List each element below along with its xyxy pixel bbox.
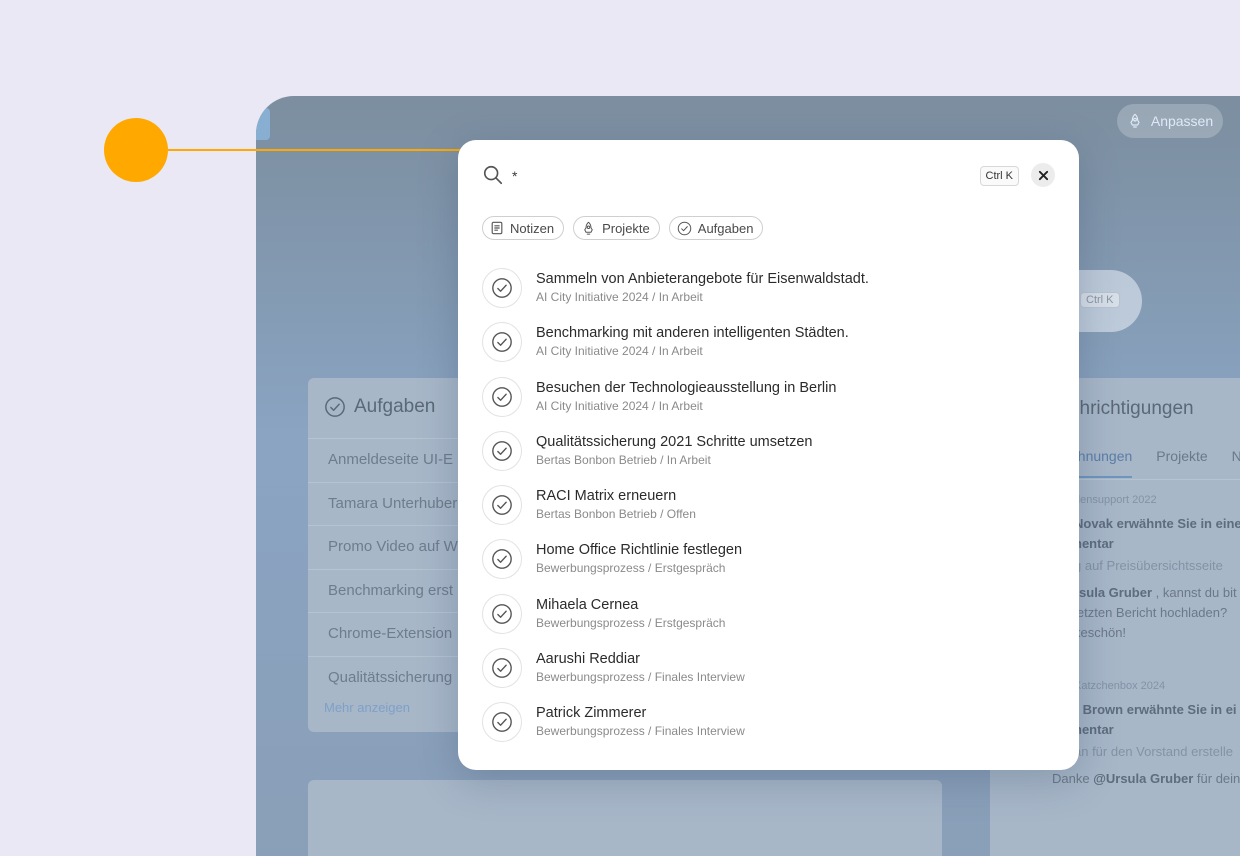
show-more-link[interactable]: Mehr anzeigen [324, 700, 410, 715]
task-status [482, 322, 522, 363]
task-status [482, 648, 522, 689]
check-circle-icon [492, 495, 512, 516]
search-modal: Ctrl K Notizen Projekte Aufgaben Sammeln… [458, 140, 1079, 770]
notification-item[interactable]: Katzchenbox 2024 r Brown erwähnte Sie in… [1052, 680, 1240, 789]
task-status [482, 430, 522, 471]
note-icon [491, 221, 503, 235]
task-row[interactable]: Anmeldeseite UI-E [308, 438, 478, 482]
tasks-list: Anmeldeseite UI-E Tamara Unterhuber Prom… [308, 438, 478, 699]
notification-headline: Novak erwähnte Sie in eine nentar [1074, 516, 1240, 551]
task-status [482, 539, 522, 580]
check-circle-icon [492, 658, 512, 678]
customize-label: Anpassen [1150, 113, 1214, 129]
close-button[interactable] [1031, 163, 1055, 187]
check-circle-icon [492, 603, 512, 624]
task-row[interactable]: Promo Video auf W [308, 525, 478, 569]
result-title: Home Office Richtlinie festlegen [536, 542, 743, 559]
notification-quote: Danke @Ursula Gruber für dein [1052, 771, 1240, 786]
search-results: Sammeln von Anbieterangebote für Eisenwa… [482, 266, 1055, 755]
result-subtitle: Bewerbungsprozess / Erstgespräch [536, 615, 726, 630]
search-icon [483, 165, 503, 185]
tab-mentions[interactable]: ähnungen [1070, 448, 1133, 478]
task-row[interactable]: Benchmarking erst [308, 568, 478, 613]
result-subtitle: Bewerbungsprozess / Finales Interview [536, 670, 745, 685]
tab-more[interactable]: N [1232, 448, 1240, 478]
check-circle-icon [492, 441, 512, 461]
tab-projects[interactable]: Projekte [1156, 448, 1207, 478]
notification-headline: r Brown erwähnte Sie in ei nentar [1074, 702, 1237, 737]
check-circle-icon [492, 332, 512, 353]
notifications-tabs: ähnungen Projekte N [1070, 448, 1240, 478]
result-item[interactable]: Benchmarking mit anderen intelligenten S… [482, 320, 1055, 374]
result-item[interactable]: Home Office Richtlinie festlegen Bewerbun… [482, 537, 1055, 591]
task-status [482, 268, 522, 308]
search-input[interactable] [512, 164, 932, 188]
shortcut-hint: Ctrl K [979, 166, 1019, 186]
result-title: Sammeln von Anbieterangebote für Eisenwa… [536, 271, 869, 287]
bottom-card [308, 780, 942, 856]
result-title: Benchmarking mit anderen intelligenten S… [536, 325, 849, 342]
task-row[interactable]: Tamara Unterhuber [308, 481, 478, 526]
check-circle-icon [677, 221, 692, 235]
task-status [482, 702, 522, 743]
result-item[interactable]: Patrick Zimmerer Bewerbungsprozess / Fina… [482, 700, 1055, 754]
rocket-icon [584, 221, 593, 235]
filter-tasks-label: Aufgaben [697, 220, 754, 236]
check-circle-icon [492, 712, 512, 733]
result-subtitle: Bewerbungsprozess / Finales Interview [536, 724, 745, 739]
tabs-divider [1070, 479, 1240, 480]
filter-chips: Notizen Projekte Aufgaben [482, 216, 764, 240]
check-circle-icon [492, 278, 512, 298]
close-icon [1038, 170, 1048, 180]
result-item[interactable]: Qualitätssicherung 2021 Schritte umsetze… [482, 429, 1055, 483]
rocket-icon [1130, 113, 1140, 128]
result-subtitle: Bertas Bonbon Betrieb / In Arbeit [536, 452, 711, 467]
filter-notes-label: Notizen [510, 220, 555, 236]
tasks-card-title: Aufgaben [324, 396, 435, 418]
result-subtitle: AI City Initiative 2024 / In Arbeit [536, 398, 703, 413]
notification-project: Katzchenbox 2024 [1074, 680, 1166, 692]
result-title: Patrick Zimmerer [536, 705, 647, 722]
result-title: Besuchen der Technologieausstellung in B… [536, 379, 837, 396]
result-item[interactable]: Besuchen der Technologieausstellung in B… [482, 375, 1055, 429]
result-subtitle: AI City Initiative 2024 / In Arbeit [536, 290, 703, 304]
result-item[interactable]: Aarushi Reddiar Bewerbungsprozess / Final… [482, 646, 1055, 700]
notification-context: an für den Vorstand erstelle [1074, 744, 1233, 759]
task-status [482, 376, 522, 417]
sidebar-edge [256, 108, 270, 140]
result-item[interactable]: RACI Matrix erneuern Bertas Bonbon Betrie… [482, 483, 1055, 537]
result-title: RACI Matrix erneuern [536, 488, 677, 505]
notification-project: densupport 2022 [1074, 494, 1157, 506]
filter-notes[interactable]: Notizen [482, 216, 565, 240]
notification-quote: rsula Gruber , kannst du bit letzten Ber… [1074, 585, 1237, 640]
result-subtitle: Bewerbungsprozess / Erstgespräch [536, 561, 726, 576]
task-status [482, 593, 522, 634]
result-subtitle: AI City Initiative 2024 / In Arbeit [536, 344, 703, 359]
background-search-shortcut: Ctrl K [1080, 292, 1120, 308]
customize-button[interactable]: Anpassen [1117, 104, 1223, 138]
notification-item[interactable]: densupport 2022 Novak erwähnte Sie in ei… [1074, 494, 1240, 643]
filter-projects-label: Projekte [602, 220, 650, 236]
filter-projects[interactable]: Projekte [573, 216, 660, 240]
task-row[interactable]: Qualitätssicherung [308, 655, 478, 700]
result-item[interactable]: Mihaela Cernea Bewerbungsprozess / Erstge… [482, 592, 1055, 646]
result-title: Aarushi Reddiar [536, 651, 640, 668]
check-circle-icon [492, 549, 512, 570]
result-item[interactable]: Sammeln von Anbieterangebote für Eisenwa… [482, 266, 1055, 320]
notifications-card-title: chrichtigungen [1070, 398, 1194, 419]
tasks-card: Aufgaben Anmeldeseite UI-E Tamara Unterh… [308, 378, 478, 732]
search-bar: Ctrl K [482, 162, 1055, 192]
result-title: Mihaela Cernea [536, 596, 639, 613]
task-status [482, 485, 522, 526]
result-subtitle: Bertas Bonbon Betrieb / Offen [536, 507, 696, 522]
check-circle-icon [492, 386, 512, 407]
tasks-card-heading: Aufgaben [354, 396, 436, 417]
result-title: Qualitätssicherung 2021 Schritte umsetze… [536, 433, 813, 450]
filter-tasks[interactable]: Aufgaben [668, 216, 764, 240]
notification-context: g auf Preisübersichtsseite [1074, 558, 1223, 573]
check-circle-icon [325, 397, 345, 417]
task-row[interactable]: Chrome-Extension [308, 612, 478, 656]
callout-marker [104, 118, 168, 182]
